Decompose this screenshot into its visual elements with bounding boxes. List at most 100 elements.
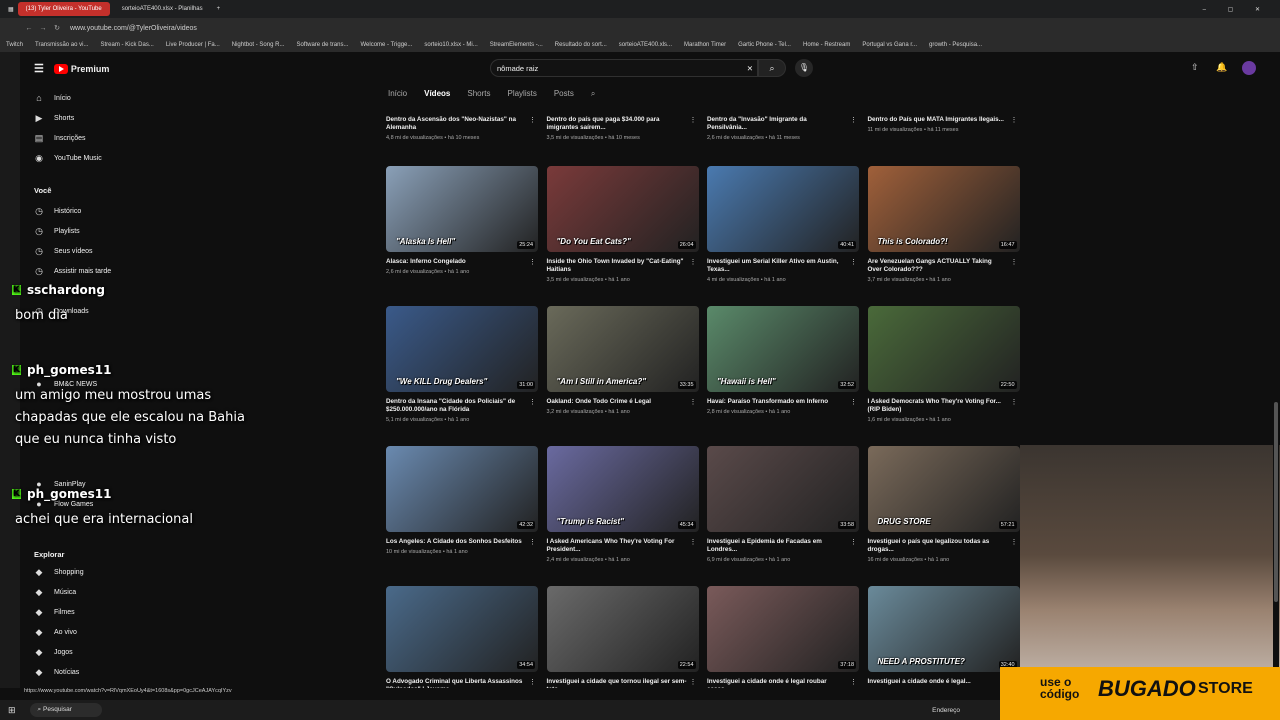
video-card[interactable]: 33:58 Investiguei a Epidemia de Facadas e… (707, 446, 859, 563)
sidebar-item[interactable]: ◆ Shopping (34, 567, 84, 577)
video-card[interactable]: "Hawaii is Hell" 32:52 Havaí: Paraíso Tran… (707, 306, 859, 415)
create-icon[interactable]: ⇧ (1191, 62, 1199, 73)
more-options-icon[interactable]: ⋮ (1011, 398, 1018, 406)
video-card[interactable]: 40:41 Investiguei um Serial Killer Ativo … (707, 166, 859, 283)
video-title[interactable]: Oakland: Onde Todo Crime é Legal (547, 398, 687, 406)
more-options-icon[interactable]: ⋮ (529, 398, 536, 406)
video-thumbnail[interactable]: 42:32 (386, 446, 538, 532)
sidebar-item[interactable]: ◷ Seus vídeos (34, 246, 92, 256)
tab-shorts[interactable]: Shorts (467, 89, 490, 99)
sidebar-item[interactable]: ◆ Filmes (34, 607, 75, 617)
video-card[interactable]: 22:54 Investiguei a cidade que tornou ile… (546, 586, 699, 694)
more-options-icon[interactable]: ⋮ (529, 538, 536, 546)
video-thumbnail[interactable]: 34:54 (386, 586, 538, 672)
more-options-icon[interactable]: ⋮ (690, 538, 697, 546)
youtube-logo[interactable]: ☰ Premium (34, 62, 109, 75)
more-options-icon[interactable]: ⋮ (1011, 116, 1018, 124)
tab-playlists[interactable]: Playlists (507, 89, 536, 99)
window-controls[interactable]: – ▢ ✕ (1203, 6, 1270, 13)
new-tab-icon[interactable]: + (217, 6, 221, 12)
bookmark-item[interactable]: Home - Restream (803, 42, 850, 48)
sidebar-item[interactable]: ▤ Inscrições (34, 133, 86, 143)
tab-spreadsheet[interactable]: sorteioATE400.xlsx - Planilhas (114, 2, 211, 16)
sidebar-item[interactable]: ▶ Shorts (34, 113, 75, 123)
video-title[interactable]: Dentro da Ascensão dos "Neo-Nazistas" na… (386, 116, 526, 132)
window-menu-icon[interactable]: ▦ (8, 6, 14, 13)
video-title[interactable]: Dentro do País que MATA Imigrantes Ilega… (868, 116, 1008, 124)
sidebar-item[interactable]: ◆ Jogos (34, 647, 73, 657)
sidebar-item[interactable]: ◷ Histórico (34, 206, 81, 216)
more-options-icon[interactable]: ⋮ (850, 116, 857, 124)
start-icon[interactable]: ⊞ (8, 705, 16, 716)
video-card[interactable]: Dentro do país que paga $34.000 para imi… (547, 106, 699, 141)
video-title[interactable]: Havaí: Paraíso Transformado em Inferno (707, 398, 847, 406)
video-thumbnail[interactable]: "Alaska Is Hell" 25:24 (386, 166, 538, 252)
video-card[interactable]: 34:54 O Advogado Criminal que Liberta Ass… (386, 586, 538, 694)
video-title[interactable]: Are Venezuelan Gangs ACTUALLY Taking Ove… (868, 258, 1008, 274)
channel-search-icon[interactable]: ⌕ (591, 89, 595, 99)
video-title[interactable]: Investiguei o país que legalizou todas a… (868, 538, 1008, 554)
video-card[interactable]: 42:32 Los Angeles: A Cidade dos Sonhos De… (386, 446, 538, 555)
video-title[interactable]: Investiguei um Serial Killer Ativo em Au… (707, 258, 847, 274)
bookmark-item[interactable]: Live Producer | Fa... (166, 42, 220, 48)
video-title[interactable]: I Asked Americans Who They're Voting For… (547, 538, 687, 554)
video-card[interactable]: DRUG STORE 57:21 Investiguei o país que le… (867, 446, 1020, 563)
bookmark-item[interactable]: Portugal vs Gana r... (862, 42, 917, 48)
more-options-icon[interactable]: ⋮ (850, 258, 857, 266)
more-options-icon[interactable]: ⋮ (529, 116, 536, 124)
video-card[interactable]: Dentro do País que MATA Imigrantes Ilega… (868, 106, 1020, 133)
video-thumbnail[interactable]: "Hawaii is Hell" 32:52 (707, 306, 859, 392)
video-thumbnail[interactable]: "We KILL Drug Dealers" 31:00 (386, 306, 538, 392)
sidebar-item[interactable]: ◷ Playlists (34, 226, 80, 236)
video-thumbnail[interactable]: 37:18 (707, 586, 859, 672)
sidebar-item[interactable]: ◆ Notícias (34, 667, 80, 677)
bookmark-item[interactable]: sorteioATE400.xls... (619, 42, 672, 48)
sidebar-item[interactable]: ◉ YouTube Music (34, 153, 102, 163)
video-thumbnail[interactable]: 22:54 (546, 586, 699, 672)
page-scrollbar[interactable] (1273, 52, 1279, 688)
tab-youtube[interactable]: (13) Tyler Oliveira - YouTube (17, 2, 110, 16)
more-options-icon[interactable]: ⋮ (690, 116, 697, 124)
tab-videos[interactable]: Vídeos (424, 89, 450, 99)
video-card[interactable]: "Am I Still in America?" 33:35 Oakland: On… (546, 306, 699, 415)
video-card[interactable]: "We KILL Drug Dealers" 31:00 Dentro da Ins… (386, 306, 538, 423)
reload-icon[interactable]: ↻ (50, 24, 64, 32)
video-title[interactable]: Inside the Ohio Town Invaded by "Cat-Eat… (547, 258, 687, 274)
video-card[interactable]: NEED A PROSTITUTE? 32:40 Investiguei a cid… (867, 586, 1020, 686)
video-thumbnail[interactable]: NEED A PROSTITUTE? 32:40 (867, 586, 1020, 672)
video-thumbnail[interactable]: "Trump is Racist" 45:34 (546, 446, 699, 532)
taskbar-search[interactable]: ⌕ Pesquisar (29, 703, 102, 717)
sidebar-item[interactable]: ⌂ Início (34, 93, 70, 103)
video-thumbnail[interactable]: "Do You Eat Cats?" 26:04 (546, 166, 699, 252)
sidebar-you-heading[interactable]: Você (34, 186, 51, 195)
more-options-icon[interactable]: ⋮ (690, 258, 697, 266)
bookmark-item[interactable]: Welcome - Trigge... (360, 42, 412, 48)
video-thumbnail[interactable]: 40:41 (707, 166, 859, 252)
video-thumbnail[interactable]: This is Colorado?! 16:47 (867, 166, 1020, 252)
notifications-icon[interactable]: 🔔 (1216, 62, 1227, 73)
bookmark-item[interactable]: Software de trans... (296, 42, 348, 48)
more-options-icon[interactable]: ⋮ (529, 258, 536, 266)
video-title[interactable]: Dentro do país que paga $34.000 para imi… (547, 116, 687, 132)
more-options-icon[interactable]: ⋮ (1011, 538, 1018, 546)
more-options-icon[interactable]: ⋮ (850, 678, 857, 686)
bookmark-item[interactable]: StreamElements -... (490, 42, 543, 48)
video-title[interactable]: Investiguei a Epidemia de Facadas em Lon… (707, 538, 847, 554)
video-title[interactable]: Alasca: Inferno Congelado (386, 258, 526, 266)
url-field[interactable]: www.youtube.com/@TylerOliveira/videos (70, 25, 197, 32)
search-button[interactable]: ⌕ (758, 59, 786, 77)
sidebar-item[interactable]: ◆ Música (34, 587, 77, 597)
video-card[interactable]: Dentro da Ascensão dos "Neo-Nazistas" na… (386, 106, 538, 141)
mic-button[interactable]: 🎙 (795, 59, 813, 77)
video-thumbnail[interactable]: "Am I Still in America?" 33:35 (546, 306, 699, 392)
back-icon[interactable]: ← (22, 25, 36, 32)
bookmark-item[interactable]: Marathon Timer (684, 42, 726, 48)
video-thumbnail[interactable]: DRUG STORE 57:21 (867, 446, 1020, 532)
bookmark-item[interactable]: Transmissão ao vi... (35, 42, 88, 48)
video-thumbnail[interactable]: 22:50 (867, 306, 1020, 392)
more-options-icon[interactable]: ⋮ (850, 398, 857, 406)
video-card[interactable]: 37:18 Investiguei a cidade onde é legal r… (707, 586, 859, 694)
bookmark-item[interactable]: Twitch (6, 42, 23, 48)
video-title[interactable]: Dentro da Insana "Cidade dos Policiais" … (386, 398, 526, 414)
video-card[interactable]: "Alaska Is Hell" 25:24 Alasca: Inferno Con… (386, 166, 538, 275)
